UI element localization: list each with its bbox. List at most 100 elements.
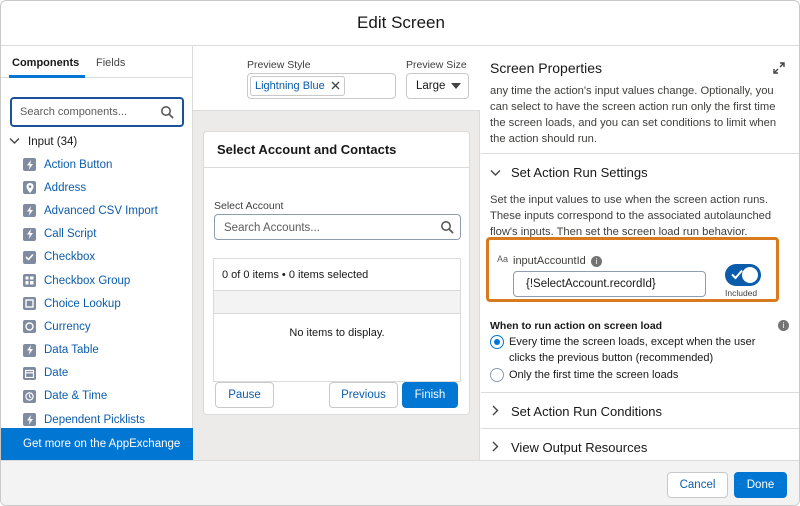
currency-icon [23,320,36,334]
preview-style-field[interactable]: Lightning Blue [247,73,396,99]
list-item-label: Currency [44,320,91,333]
divider [481,428,799,429]
info-icon[interactable]: i [778,320,789,331]
list-item-label: Address [44,181,87,194]
list-item[interactable]: Data Table [1,339,193,362]
included-toggle[interactable] [725,264,761,286]
lightning-icon [23,343,36,357]
select-account-label: Select Account [214,200,284,212]
table-status: 0 of 0 items • 0 items selected [214,259,460,291]
lightning-icon [23,158,36,172]
preview-style-pill: Lightning Blue [250,76,345,96]
caret-down-icon [451,83,461,89]
radio-label: Every time the screen loads, except when… [509,336,756,364]
list-item[interactable]: Choice Lookup [1,292,193,315]
preview-size-select[interactable]: Large [406,73,469,99]
edit-screen-modal: Edit Screen Components Fields Input (34)… [0,0,800,506]
search-icon [160,105,174,119]
cancel-button[interactable]: Cancel [667,472,728,498]
clock-icon [23,389,36,403]
list-item[interactable]: Date [1,362,193,385]
divider [204,167,469,168]
section-run-settings[interactable]: Set Action Run Settings [490,161,648,183]
preview-panel: Preview Style Lightning Blue Preview Siz… [193,46,480,460]
previous-button[interactable]: Previous [329,382,398,408]
input-label: inputAccountId [513,255,586,267]
list-item[interactable]: Checkbox [1,246,193,269]
lightning-icon [23,227,36,241]
list-item[interactable]: Call Script [1,223,193,246]
done-button[interactable]: Done [734,472,787,498]
panel-tabs: Components Fields [1,46,193,78]
contacts-table: 0 of 0 items • 0 items selected No items… [213,258,461,382]
list-item-label: Date & Time [44,390,108,403]
component-list: Action Button Address Advanced CSV Impor… [1,153,193,431]
radio-label: Only the first time the screen loads [509,369,679,381]
search-icon [440,220,454,234]
info-icon[interactable]: i [591,256,602,267]
text-type-icon: Aa [497,254,509,264]
toggle-knob [742,267,758,283]
finish-button[interactable]: Finish [402,382,458,408]
lightning-icon [23,204,36,218]
preview-style-label: Preview Style [247,59,311,71]
card-title: Select Account and Contacts [217,142,397,157]
location-icon [23,181,36,195]
chevron-down-icon [490,165,501,180]
preview-size-value: Large [416,80,446,92]
screen-preview-card: Select Account and Contacts Select Accou… [203,131,470,415]
group-input[interactable]: Input (34) [9,132,77,152]
panel-title: Screen Properties [490,60,603,76]
table-header [214,291,460,314]
expand-icon[interactable] [773,62,785,74]
list-item[interactable]: Advanced CSV Import [1,199,193,222]
select-account-field [214,214,461,240]
list-item-label: Checkbox Group [44,274,131,287]
lookup-icon [23,297,36,311]
modal-footer: Cancel Done [1,460,799,505]
preview-toolbar: Preview Style Lightning Blue Preview Siz… [193,46,480,111]
chevron-down-icon [9,136,20,148]
list-item-label: Data Table [44,344,99,357]
components-panel: Components Fields Input (34) Action Butt… [1,46,193,460]
modal-title: Edit Screen [357,13,445,32]
list-item-label: Call Script [44,228,97,241]
tab-components[interactable]: Components [12,46,79,78]
radio-first-time[interactable] [490,368,504,382]
divider [481,153,799,154]
chevron-right-icon [490,440,501,455]
preview-style-value: Lightning Blue [255,80,325,92]
tab-fields[interactable]: Fields [96,46,125,78]
checkbox-icon [23,250,36,264]
section-title: Set Action Run Conditions [511,403,663,419]
active-tab-indicator [9,75,85,78]
list-item[interactable]: Date & Time [1,385,193,408]
chevron-right-icon [490,404,501,419]
close-icon[interactable] [331,79,340,93]
section-run-conditions[interactable]: Set Action Run Conditions [490,400,662,422]
run-settings-text: Set the input values to use when the scr… [490,194,772,238]
divider [481,392,799,393]
screen-properties-panel: Screen Properties any time the action's … [481,46,799,460]
preview-size-label: Preview Size [406,59,467,71]
list-item-label: Date [44,367,69,380]
radio-every-time[interactable] [490,335,504,349]
pause-button[interactable]: Pause [215,382,274,408]
list-item[interactable]: Currency [1,315,193,338]
list-item[interactable]: Checkbox Group [1,269,193,292]
input-account-id-field[interactable] [513,271,706,297]
checkbox-group-icon [23,274,36,288]
list-item[interactable]: Action Button [1,153,193,176]
component-search-input[interactable] [20,103,158,121]
section-output-resources[interactable]: View Output Resources [490,436,647,458]
toggle-label: Included [725,288,758,298]
section-title: View Output Resources [511,439,648,455]
component-search [10,97,184,127]
list-item-label: Action Button [44,158,113,171]
account-search-input[interactable] [224,219,434,236]
list-item-label: Advanced CSV Import [44,204,158,217]
appexchange-link[interactable]: Get more on the AppExchange [1,428,193,460]
list-item-label: Choice Lookup [44,297,121,310]
group-label: Input (34) [28,136,78,148]
list-item[interactable]: Address [1,176,193,199]
